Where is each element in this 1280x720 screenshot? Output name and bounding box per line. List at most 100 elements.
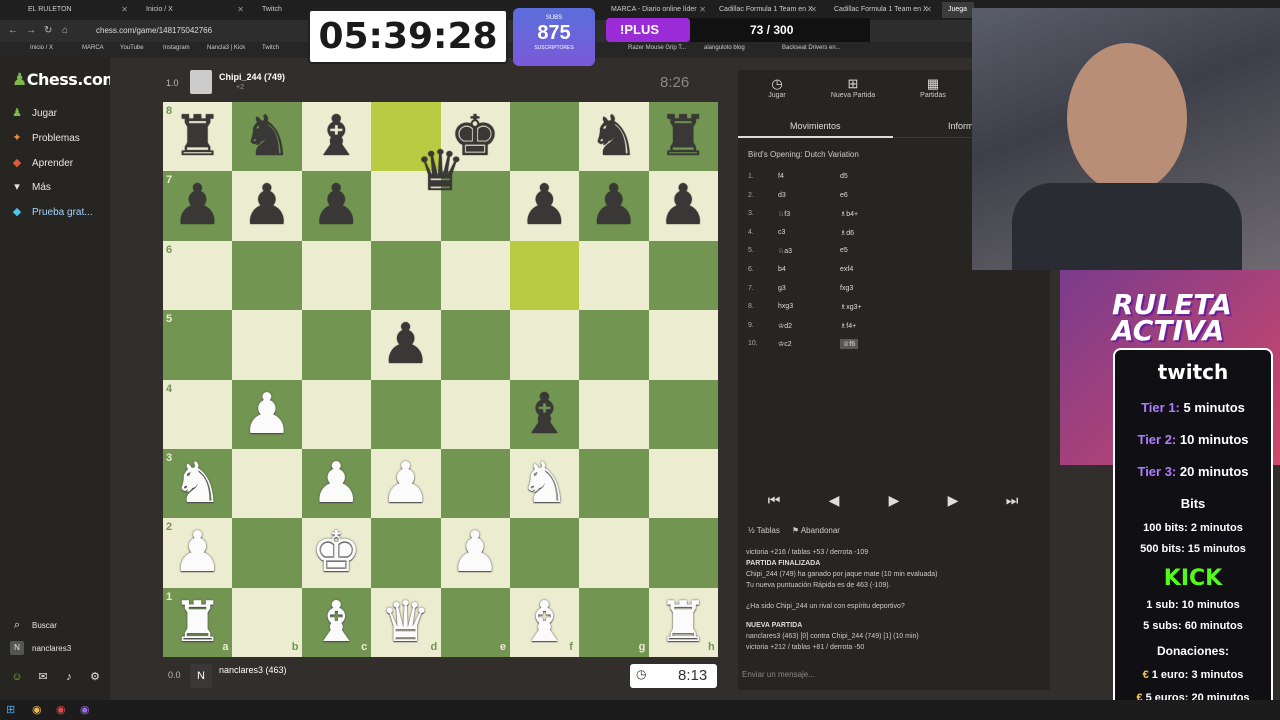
square-d4[interactable] (371, 379, 441, 449)
tab-jugar[interactable]: ◷ Jugar (742, 76, 812, 99)
top-player-name[interactable]: Chipi_244 (749) (219, 72, 285, 82)
square-a5[interactable] (163, 310, 233, 380)
close-icon[interactable]: ✕ (699, 5, 706, 14)
square-c5[interactable] (301, 310, 372, 380)
black-piece-g7[interactable]: ♟ (579, 171, 648, 240)
sidebar-item-jugar[interactable]: ♟ Jugar (10, 106, 57, 120)
white-move[interactable]: ♘a3 (778, 247, 792, 255)
url-field[interactable]: chess.com/game/148175042766 (96, 26, 212, 35)
black-move[interactable]: exf4 (840, 266, 853, 273)
resign-button[interactable]: ⚑ Abandonar (792, 526, 840, 535)
square-c6[interactable] (301, 240, 372, 311)
bottom-player-name[interactable]: nanclares3 (463) (219, 665, 287, 675)
square-b5[interactable] (232, 310, 302, 380)
bookmark[interactable]: Nancla3 | Kick (207, 45, 245, 51)
bookmark[interactable]: YouTube (120, 45, 144, 51)
chess-board[interactable]: ♜ ♞ ♝ ♚ ♞ ♜ ♟ ♟ ♟ ♟ ♟ ♟ ♟ ♟ ♝ ♞ ♟ ♟ ♞ ♟ ♚ ♟ ♜ ♝ ♛ ♝ ♜ ♛ 8 7 6 5 4 3 2 1 a b c d… (163, 102, 718, 657)
windows-start-icon[interactable]: ⊞ (6, 703, 15, 716)
white-move[interactable]: b4 (778, 266, 786, 273)
square-a6[interactable] (163, 240, 233, 311)
bookmark[interactable]: alanguloto blog (704, 45, 745, 51)
black-move[interactable]: e5 (840, 247, 848, 254)
square-g5[interactable] (579, 310, 649, 380)
close-icon[interactable]: ✕ (237, 5, 244, 14)
square-h2[interactable] (648, 518, 718, 588)
prev-move-button[interactable]: ◀ (819, 492, 849, 509)
gear-icon[interactable]: ⚙ (88, 670, 102, 684)
home-icon[interactable]: ⌂ (62, 25, 68, 36)
square-f2[interactable] (509, 518, 580, 588)
square-e6[interactable] (440, 240, 510, 311)
white-move[interactable]: ♔c2 (778, 340, 792, 348)
square-h5[interactable] (648, 310, 718, 380)
white-move[interactable]: c3 (778, 229, 785, 236)
square-g2[interactable] (579, 518, 649, 588)
bookmark[interactable]: MARCA (82, 45, 104, 51)
black-move[interactable]: ♗d6 (840, 229, 854, 237)
browser-tab-active[interactable]: Juega (942, 2, 974, 18)
square-f8[interactable] (509, 102, 580, 172)
white-move[interactable]: g3 (778, 285, 786, 292)
sidebar-item-problemas[interactable]: ✦ Problemas (10, 131, 79, 145)
white-piece-b4[interactable]: ♟ (232, 380, 301, 449)
square-g4[interactable] (579, 379, 649, 449)
tab-partidas[interactable]: ▦ Partidas (898, 76, 968, 99)
black-piece-a8[interactable]: ♜ (163, 102, 232, 171)
square-d6[interactable] (371, 240, 441, 311)
chesscom-logo[interactable]: ♟Chess.com (12, 70, 119, 90)
white-move[interactable]: ♘f3 (778, 210, 790, 218)
white-piece-a3[interactable]: ♞ (163, 449, 232, 518)
bell-icon[interactable]: ♪ (62, 670, 76, 684)
white-move[interactable]: ♔d2 (778, 322, 792, 330)
browser-tab[interactable]: MARCA - Diario online líder ✕ (605, 2, 710, 18)
white-piece-c2[interactable]: ♚ (302, 518, 371, 587)
black-piece-b8[interactable]: ♞ (232, 102, 301, 171)
square-b2[interactable] (232, 518, 302, 588)
black-move[interactable]: fxg3 (840, 285, 853, 292)
square-e5[interactable] (440, 310, 510, 380)
mail-icon[interactable]: ✉ (36, 670, 50, 684)
play-button[interactable]: ▶ (879, 492, 909, 509)
black-piece-a7[interactable]: ♟ (163, 171, 232, 240)
black-piece-c7[interactable]: ♟ (302, 171, 371, 240)
black-piece-f4[interactable]: ♝ (510, 380, 579, 449)
square-f5[interactable] (509, 310, 580, 380)
chat-input[interactable]: Enviar un mensaje... (742, 670, 815, 679)
last-move-button[interactable]: ⏭ (997, 492, 1027, 509)
square-d2[interactable] (371, 518, 441, 588)
white-move[interactable]: d3 (778, 192, 786, 199)
white-move[interactable]: f4 (778, 173, 784, 180)
first-move-button[interactable]: ⏮ (759, 492, 789, 509)
square-a4[interactable] (163, 379, 233, 449)
back-icon[interactable]: ← (8, 25, 18, 36)
black-move[interactable]: e6 (840, 192, 848, 199)
black-piece-h7[interactable]: ♟ (649, 171, 718, 240)
white-piece-d3[interactable]: ♟ (371, 449, 440, 518)
square-h6[interactable] (648, 240, 718, 311)
black-piece-g8[interactable]: ♞ (579, 102, 648, 171)
sidebar-item-prueba[interactable]: ◆ Prueba grat... (10, 205, 93, 219)
tab-nueva-partida[interactable]: ⊞ Nueva Partida (818, 76, 888, 99)
black-move[interactable]: ♗b4+ (840, 210, 858, 218)
tab-movimientos[interactable]: Movimientos (790, 121, 841, 131)
forward-icon[interactable]: → (26, 25, 36, 36)
browser-tab[interactable]: Cadillac Formula 1 Team en X ✕ (828, 2, 936, 18)
bookmark[interactable]: Backseat Drivers en... (782, 45, 841, 51)
app-icon[interactable]: ◉ (80, 703, 90, 716)
square-g6[interactable] (579, 240, 649, 311)
bookmark[interactable]: Twitch (262, 45, 279, 51)
black-piece-f7[interactable]: ♟ (510, 171, 579, 240)
bookmark[interactable]: Inicio / X (30, 45, 53, 51)
black-move[interactable]: ♗f4+ (840, 322, 856, 330)
tab-informe[interactable]: Inform (948, 121, 974, 131)
white-piece-c3[interactable]: ♟ (302, 449, 371, 518)
square-c4[interactable] (301, 379, 372, 449)
square-h3[interactable] (648, 448, 718, 519)
square-h4[interactable] (648, 379, 718, 449)
sidebar-user[interactable]: Nnanclares3 (10, 641, 71, 655)
square-b3[interactable] (232, 448, 302, 519)
app-icon[interactable]: ◉ (56, 703, 66, 716)
sidebar-search[interactable]: ⌕ Buscar (10, 618, 57, 632)
square-f6[interactable] (509, 240, 580, 311)
black-piece-c8[interactable]: ♝ (302, 102, 371, 171)
